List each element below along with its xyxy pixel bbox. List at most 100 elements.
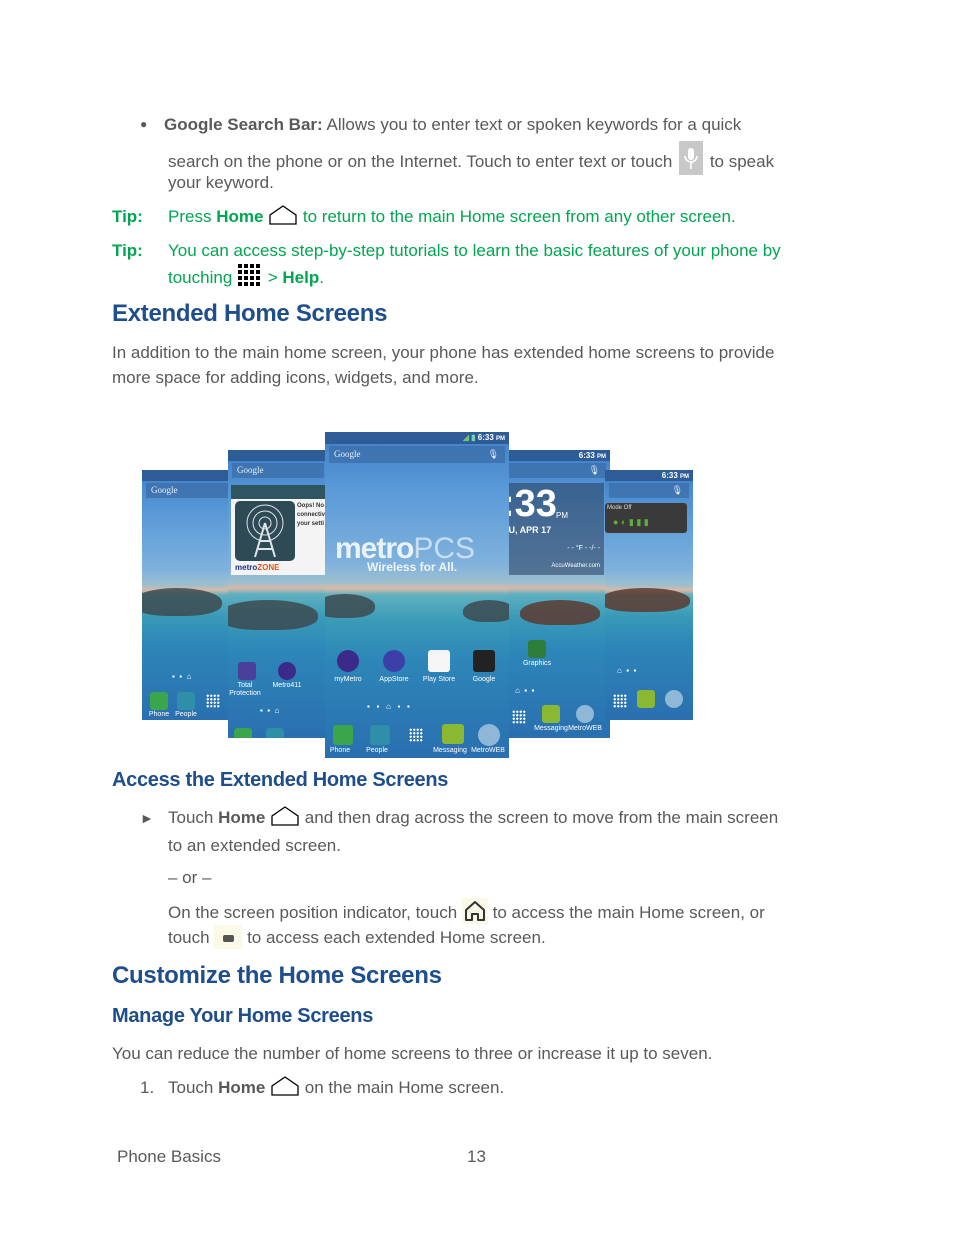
status-bar: 6:33 PM: [605, 470, 693, 481]
alt-text: touch: [168, 928, 210, 947]
weather-provider: AccuWeather.com: [551, 563, 600, 569]
status-ampm: PM: [680, 474, 689, 480]
heading-customize-home-screens: Customize the Home Screens: [112, 962, 442, 989]
metrozone-message: Oops! No connectiv your setti: [297, 503, 326, 527]
logo-part: metro: [235, 563, 258, 572]
tip-text: to return to the main Home screen from a…: [298, 207, 736, 226]
status-bar: [228, 450, 328, 461]
status-bar: 6:33 PM: [500, 450, 610, 461]
microphone-icon: [679, 141, 704, 175]
metro411-icon: [278, 662, 296, 680]
page-indicator: ▪ ▪ ⌂: [260, 706, 280, 715]
alt-text: On the screen position indicator, touch: [168, 903, 458, 922]
metroweb-app-icon: [576, 705, 594, 723]
phone-screen-main: ◢ ▮ 6:33 PM Google 🎙 metroPCS Wireless f…: [325, 432, 509, 758]
rock: [228, 600, 318, 630]
rock: [605, 588, 690, 612]
google-search-bar: Google 🎙: [329, 446, 505, 463]
app-label: People: [175, 711, 197, 718]
phone-screen-extended-5: 6:33 PM 🎙 Mode Off ● ◐ ▮ ▮ ▮ ⌂ ▪ ▪: [605, 470, 693, 720]
people-app-icon: [370, 725, 390, 745]
step-text: Touch: [168, 808, 219, 827]
paragraph-line: In addition to the main home screen, you…: [112, 343, 775, 362]
home-key-icon: [268, 205, 298, 232]
app-label: AppStore: [379, 676, 409, 683]
rock: [325, 594, 375, 618]
phone-screen-extended-2: Google metroZONE Oops! No connectiv your…: [228, 450, 328, 738]
tip-tutorials: Tip: You can access step-by-step tutorial…: [112, 238, 872, 294]
app-label: Graphics: [522, 660, 551, 667]
clock-ampm: PM: [556, 511, 568, 520]
app-label: myMetro: [334, 676, 362, 683]
step-bold: Home: [218, 1078, 266, 1097]
heading-access-extended: Access the Extended Home Screens: [112, 769, 449, 791]
people-app-icon: [266, 728, 284, 738]
home-key-icon: [270, 1076, 300, 1103]
tip-text: You can access step-by-step tutorials to…: [168, 241, 781, 260]
microphone-icon: 🎙: [588, 465, 600, 475]
tip-text: touching: [168, 268, 237, 287]
extended-screen-indicator-icon: [214, 925, 243, 949]
brand-suffix: PCS: [413, 532, 476, 565]
rock: [520, 600, 600, 625]
app-label: Play Store: [422, 676, 456, 683]
bullet-google-search: ● Google Search Bar: Allows you to enter…: [140, 112, 860, 199]
mymetro-app-icon: [337, 650, 359, 672]
status-ampm: PM: [496, 436, 505, 442]
bullet-text: to speak: [709, 152, 775, 171]
apps-grid-icon: [409, 728, 423, 742]
phone-screen-extended-1: Google ▪ ▪ ⌂ Phone People: [142, 470, 232, 720]
app-label: Google: [472, 676, 496, 683]
apps-grid-icon: [206, 694, 220, 708]
status-ampm: PM: [597, 454, 606, 460]
clock-weather-widget: :33 PM HU, APR 17 - - °F - -/- - AccuWea…: [500, 483, 604, 575]
heading-manage-home-screens: Manage Your Home Screens: [112, 1005, 374, 1027]
cell-tower-icon: [235, 501, 295, 561]
alt-text: to access the main Home screen, or: [492, 903, 765, 922]
microphone-icon: 🎙: [671, 485, 683, 495]
phone-screen-extended-4: 6:33 PM 🎙 :33 PM HU, APR 17 - - °F - -/-…: [500, 450, 610, 738]
app-label: MetroWEB: [471, 747, 505, 754]
step-text: Touch: [168, 1078, 219, 1097]
home-key-icon: [270, 806, 300, 833]
play-store-app-icon: [428, 650, 450, 672]
weather-reading: - - °F - -/- -: [567, 545, 600, 552]
apps-grid-icon: [512, 710, 526, 724]
phone-app-icon: [234, 728, 252, 738]
bullet-text: your keyword.: [168, 173, 274, 192]
bullet-text: search on the phone or on the Internet. …: [168, 152, 673, 171]
google-search-bar: Google: [146, 483, 228, 498]
status-bar: [142, 470, 232, 481]
messaging-app-icon: [542, 705, 560, 723]
footer-section-name: Phone Basics: [117, 1147, 221, 1166]
tip-label: Tip:: [112, 241, 143, 260]
microphone-icon: 🎙: [487, 449, 499, 459]
home-indicator-icon: [461, 898, 488, 924]
or-separator: – or –: [168, 868, 212, 887]
bullet-text: Allows you to enter text or spoken keywo…: [322, 115, 742, 134]
metroweb-app-icon: [478, 724, 500, 746]
google-label: Google: [237, 465, 264, 475]
footer-page-number: 13: [467, 1147, 486, 1166]
power-saving-widget: Mode Off ● ◐ ▮ ▮ ▮: [605, 503, 687, 533]
google-label: Google: [151, 485, 178, 495]
power-widget-label: Mode Off: [607, 505, 632, 511]
step-text: on the main Home screen.: [300, 1078, 505, 1097]
tip-text: .: [319, 268, 324, 287]
tip-bold: Home: [216, 207, 264, 226]
step-text: and then drag across the screen to move …: [300, 808, 779, 827]
google-folder-icon: [473, 650, 495, 672]
messaging-app-icon: [442, 724, 464, 744]
phone-app-icon: [150, 692, 168, 710]
alt-text: to access each extended Home screen.: [247, 928, 546, 947]
manage-paragraph: You can reduce the number of home screen…: [112, 1044, 713, 1063]
messaging-app-icon: [637, 690, 655, 708]
people-app-icon: [177, 692, 195, 710]
page-indicator: ⌂ ▪ ▪: [617, 666, 637, 675]
total-protection-icon: [238, 662, 256, 680]
bullet-label: Google Search Bar:: [163, 115, 323, 134]
page-indicator: ▪ ▪ ⌂: [172, 672, 192, 681]
app-label: Metro411: [272, 682, 302, 689]
signal-icon: ◢: [462, 433, 469, 442]
apps-grid-icon: [613, 694, 627, 708]
